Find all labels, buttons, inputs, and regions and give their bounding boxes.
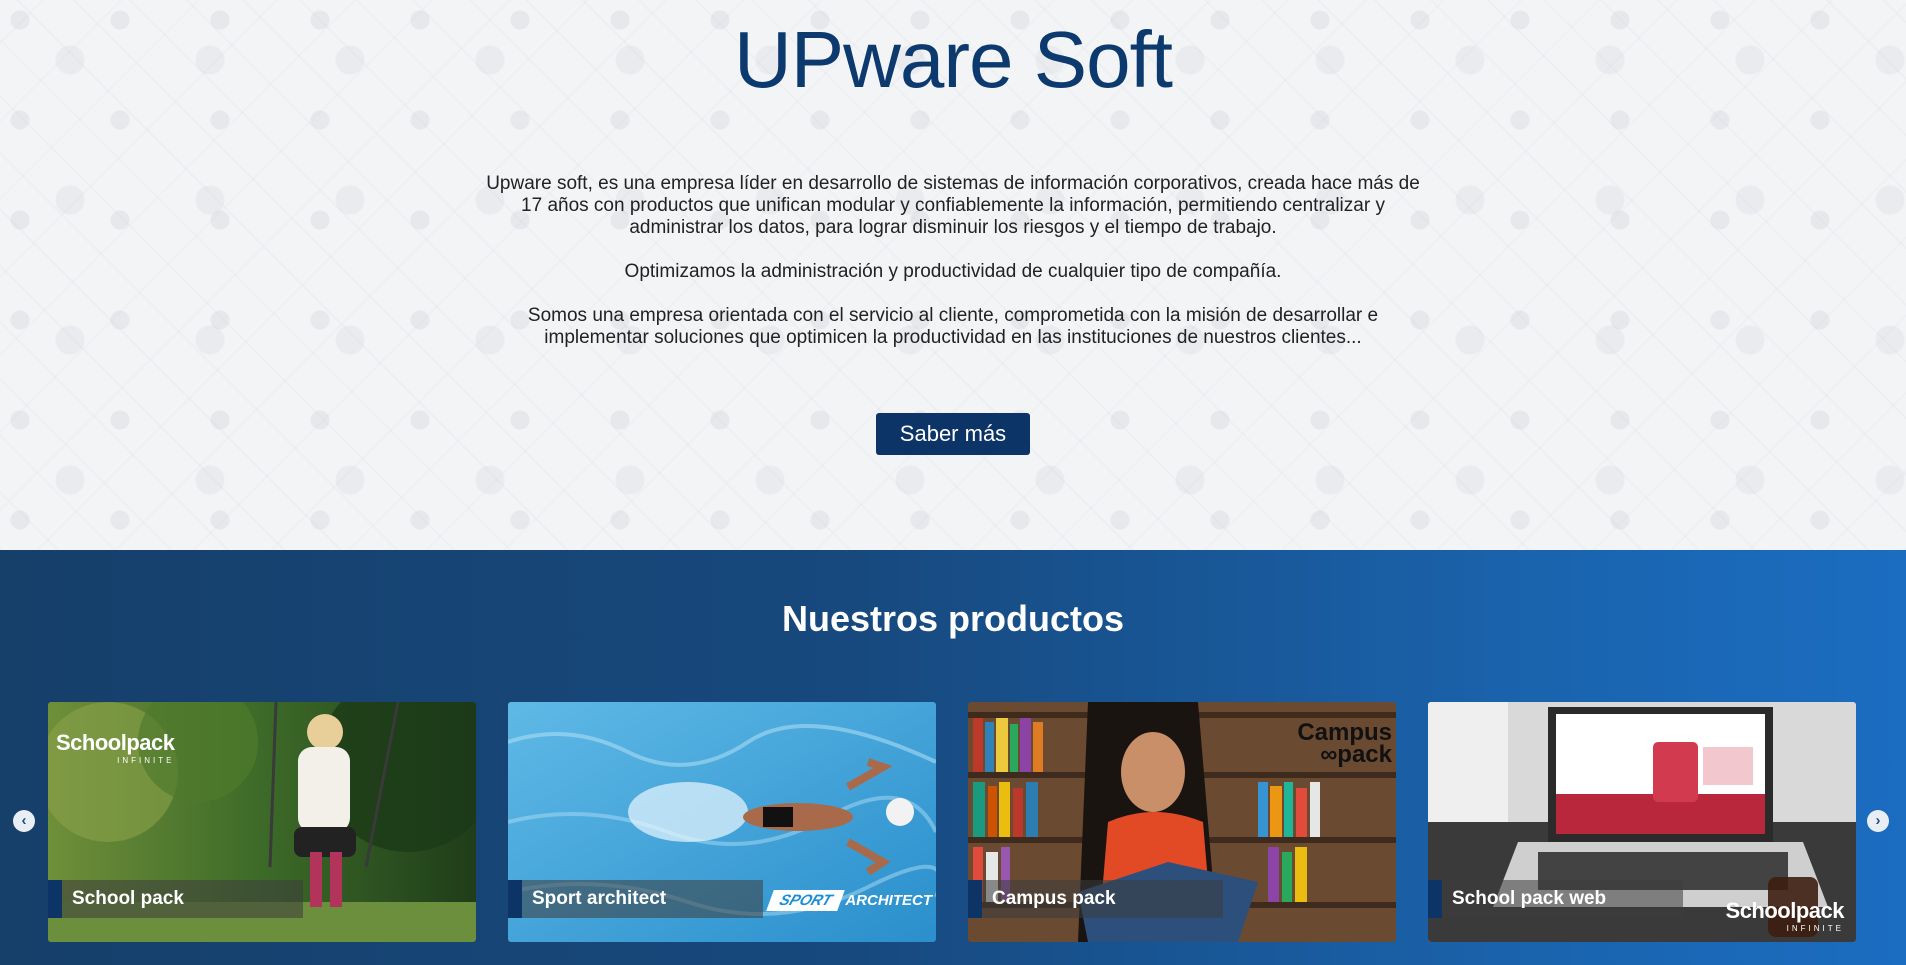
intro-paragraph-3: Somos una empresa orientada con el servi… bbox=[527, 305, 1379, 348]
intro-text: Upware soft, es una empresa líder en des… bbox=[483, 173, 1423, 349]
products-section: Nuestros productos ‹ Schoolpack INFINITE… bbox=[0, 550, 1906, 965]
product-label: Sport architect bbox=[508, 880, 763, 918]
page-title: UPware Soft bbox=[733, 15, 1173, 104]
schoolpack-web-logo-text: Schoolpack bbox=[1725, 898, 1845, 923]
product-card-school-pack-web[interactable]: Schoolpack INFINITE School pack web bbox=[1428, 702, 1856, 942]
products-title: Nuestros productos bbox=[781, 598, 1125, 639]
architect-logo-text: ARCHITECT bbox=[845, 892, 932, 909]
products-carousel: ‹ Schoolpack INFINITE School pack SPORT … bbox=[0, 702, 1906, 942]
schoolpack-web-logo: Schoolpack INFINITE bbox=[1725, 898, 1845, 933]
sport-architect-logo: SPORT ARCHITECT bbox=[766, 890, 932, 911]
learn-more-button[interactable]: Saber más bbox=[875, 413, 1031, 455]
product-card-sport-architect[interactable]: SPORT ARCHITECT Sport architect bbox=[508, 702, 936, 942]
intro-paragraph-2: Optimizamos la administración y producti… bbox=[624, 261, 1282, 282]
schoolpack-logo: Schoolpack INFINITE bbox=[56, 730, 175, 765]
pack-logo-text: ∞pack bbox=[1320, 741, 1392, 768]
sport-logo-text: SPORT bbox=[766, 890, 846, 911]
product-card-campus-pack[interactable]: Campus ∞pack Campus pack bbox=[968, 702, 1396, 942]
chevron-right-icon[interactable]: › bbox=[1867, 810, 1889, 832]
product-label: School pack web bbox=[1428, 880, 1683, 918]
product-label: School pack bbox=[48, 880, 303, 918]
product-card-school-pack[interactable]: Schoolpack INFINITE School pack bbox=[48, 702, 476, 942]
schoolpack-web-logo-sub: INFINITE bbox=[1786, 924, 1844, 933]
product-label: Campus pack bbox=[968, 880, 1223, 918]
campus-pack-logo: Campus ∞pack bbox=[1297, 721, 1392, 768]
chevron-left-icon[interactable]: ‹ bbox=[13, 810, 35, 832]
intro-paragraph-1: Upware soft, es una empresa líder en des… bbox=[486, 173, 1420, 238]
hero-section: UPware Soft Upware soft, es una empresa … bbox=[0, 0, 1906, 550]
schoolpack-logo-sub: INFINITE bbox=[117, 756, 175, 765]
schoolpack-logo-text: Schoolpack bbox=[56, 730, 175, 755]
